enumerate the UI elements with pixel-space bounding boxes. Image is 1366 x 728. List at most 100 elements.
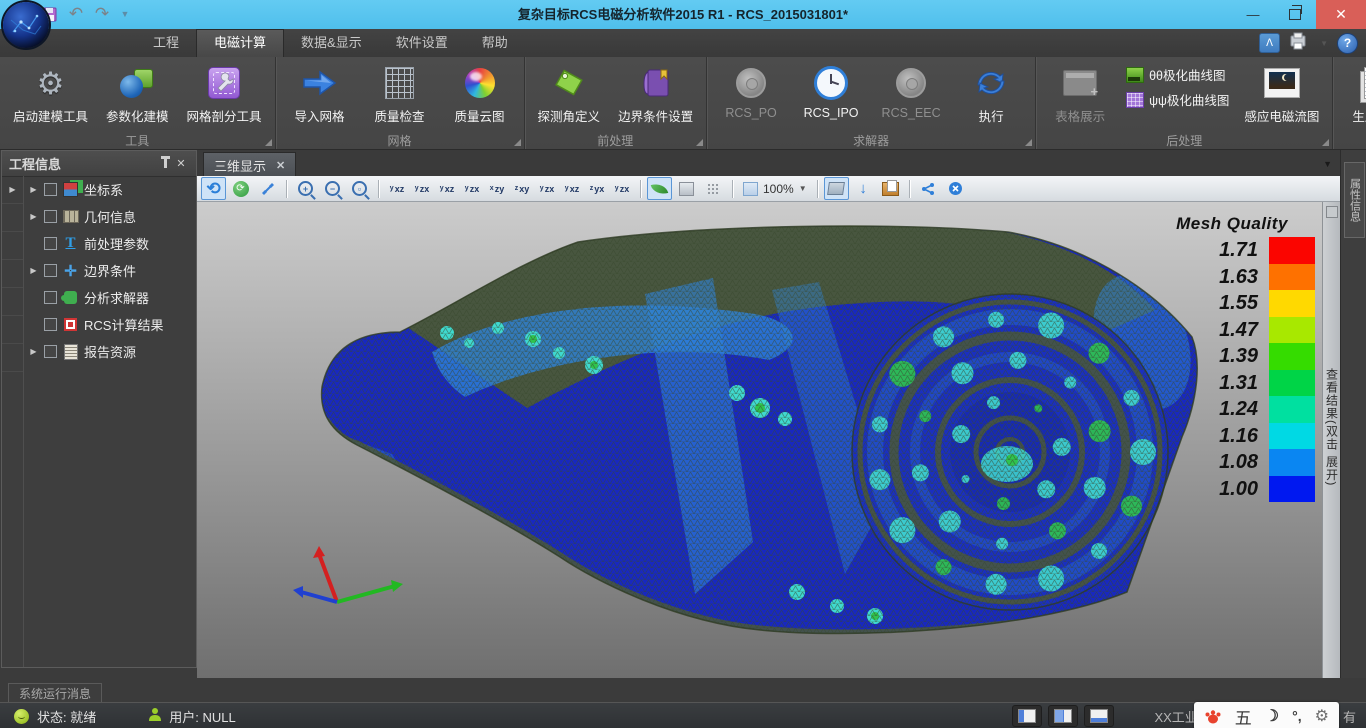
- tree-item-report[interactable]: ▶报告资源: [24, 338, 196, 365]
- checkbox[interactable]: [44, 183, 57, 196]
- smooth-shading-button[interactable]: [647, 177, 672, 200]
- tree-item-boundary[interactable]: ▶✛边界条件: [24, 257, 196, 284]
- tree-item-geometry[interactable]: ▶几何信息: [24, 203, 196, 230]
- results-strip-tab[interactable]: 查看结果(双击 展开): [1322, 202, 1341, 678]
- ribbon-collapse-icon[interactable]: ᐱ: [1259, 33, 1280, 53]
- tab-3d-display[interactable]: 三维显示 ✕: [203, 152, 296, 177]
- checkbox[interactable]: [44, 237, 57, 250]
- view-orientation-button-0[interactable]: yxz: [385, 177, 409, 200]
- pan-view-button[interactable]: [255, 177, 280, 200]
- close-icon[interactable]: ✕: [173, 156, 189, 172]
- tree-item-solver[interactable]: 分析求解器: [24, 284, 196, 311]
- zoom-level-select[interactable]: 100% ▼: [739, 182, 811, 196]
- quality-cloud-map-button[interactable]: 质量云图: [440, 61, 520, 127]
- group-expand-icon[interactable]: [265, 139, 272, 146]
- 3d-viewport[interactable]: Mesh Quality 1.711.631.551.471.391.311.2…: [197, 202, 1322, 678]
- view-orientation-button-5[interactable]: zxy: [510, 177, 534, 200]
- wireframe-button[interactable]: [701, 177, 726, 200]
- system-message-tab[interactable]: 系统运行消息: [8, 683, 102, 703]
- layout-bottom-button[interactable]: [1084, 705, 1114, 727]
- menu-tab-4[interactable]: 帮助: [465, 29, 525, 57]
- quality-check-button[interactable]: 质量检查: [360, 61, 440, 127]
- zoom-out-button[interactable]: −: [320, 177, 345, 200]
- execute-button[interactable]: 执行: [951, 61, 1031, 127]
- ime-mode-label[interactable]: 五: [1235, 704, 1252, 728]
- property-info-tab[interactable]: 属性信息: [1344, 162, 1365, 238]
- close-view-button[interactable]: [943, 177, 968, 200]
- checkbox[interactable]: [44, 291, 57, 304]
- close-button[interactable]: ✕: [1316, 0, 1366, 29]
- expand-arrow-icon[interactable]: ▶: [28, 212, 39, 221]
- zoom-fit-button[interactable]: ▫: [347, 177, 372, 200]
- app-logo[interactable]: [3, 2, 49, 48]
- legend-row: 1.16: [1149, 423, 1315, 450]
- rotate-view-button[interactable]: ⟲: [201, 177, 226, 200]
- layout-split-button[interactable]: [1048, 705, 1078, 727]
- checkbox[interactable]: [44, 345, 57, 358]
- checkbox[interactable]: [44, 318, 57, 331]
- psi-polarization-curve-button[interactable]: ψψ极化曲线图: [1126, 90, 1229, 109]
- share-button[interactable]: [916, 177, 941, 200]
- group-expand-icon[interactable]: [696, 139, 703, 146]
- group-expand-icon[interactable]: [1025, 139, 1032, 146]
- ime-moon-icon[interactable]: ☽: [1265, 706, 1279, 726]
- view-orientation-button-2[interactable]: yxz: [435, 177, 459, 200]
- theta-polarization-curve-button[interactable]: θθ极化曲线图: [1126, 65, 1229, 84]
- legend-value: 1.08: [1149, 452, 1269, 472]
- rcs-po-button[interactable]: RCS_PO: [711, 61, 791, 122]
- view-orientation-button-7[interactable]: yxz: [560, 177, 584, 200]
- parametric-modeling-button[interactable]: 参数化建模: [97, 61, 178, 127]
- print-dropdown-icon[interactable]: ▼: [1320, 39, 1328, 48]
- tree-item-params[interactable]: T前处理参数: [24, 230, 196, 257]
- pin-icon[interactable]: [157, 156, 173, 172]
- menu-tab-3[interactable]: 软件设置: [379, 29, 465, 57]
- view-orientation-button-9[interactable]: yzx: [610, 177, 634, 200]
- tab-list-dropdown-icon[interactable]: ▼: [1323, 159, 1332, 169]
- help-icon[interactable]: ?: [1337, 33, 1358, 54]
- tree-item-axes[interactable]: ▶坐标系: [24, 176, 196, 203]
- detection-angle-button[interactable]: 探测角定义: [529, 61, 610, 127]
- generate-report-button[interactable]: 生成报告: [1337, 61, 1366, 127]
- mesh-partition-tool-button[interactable]: 网格剖分工具: [178, 61, 271, 127]
- rcs-ipo-button[interactable]: RCS_IPO: [791, 61, 871, 122]
- checkbox[interactable]: [44, 264, 57, 277]
- gutter-cell[interactable]: ▶: [2, 176, 23, 204]
- ime-punctuation[interactable]: °,: [1292, 708, 1302, 724]
- checkbox[interactable]: [44, 210, 57, 223]
- print-preview-icon[interactable]: [1289, 32, 1311, 55]
- minimize-button[interactable]: —: [1232, 0, 1274, 29]
- fit-screen-button[interactable]: [824, 177, 849, 200]
- expand-arrow-icon[interactable]: ▶: [28, 347, 39, 356]
- snapshot-button[interactable]: [878, 177, 903, 200]
- menu-tab-0[interactable]: 工程: [136, 29, 196, 57]
- download-view-button[interactable]: ↓: [851, 177, 876, 200]
- launch-modeling-tool-button[interactable]: ⚙ 启动建模工具: [4, 61, 97, 127]
- layout-left-button[interactable]: [1012, 705, 1042, 727]
- view-orientation-button-1[interactable]: yzx: [410, 177, 434, 200]
- expand-arrow-icon[interactable]: ▶: [28, 185, 39, 194]
- view-orientation-button-6[interactable]: yzx: [535, 177, 559, 200]
- restore-button[interactable]: [1274, 0, 1316, 29]
- tab-close-icon[interactable]: ✕: [276, 159, 285, 172]
- expand-arrow-icon[interactable]: ▶: [28, 266, 39, 275]
- ime-paw-icon[interactable]: [1204, 708, 1222, 724]
- view-orientation-button-3[interactable]: yzx: [460, 177, 484, 200]
- view-orientation-button-8[interactable]: zyx: [585, 177, 609, 200]
- menu-tab-1[interactable]: 电磁计算: [196, 29, 284, 58]
- legend-swatch: [1269, 476, 1315, 503]
- tree-item-result[interactable]: RCS计算结果: [24, 311, 196, 338]
- refresh-view-button[interactable]: ⟳: [228, 177, 253, 200]
- ime-settings-icon[interactable]: ⚙: [1315, 706, 1329, 726]
- import-mesh-button[interactable]: 导入网格: [280, 61, 360, 127]
- view-orientation-button-4[interactable]: xzy: [485, 177, 509, 200]
- zoom-in-button[interactable]: +: [293, 177, 318, 200]
- group-expand-icon[interactable]: [514, 139, 521, 146]
- group-expand-icon[interactable]: [1322, 139, 1329, 146]
- boundary-condition-settings-button[interactable]: 边界条件设置: [609, 61, 702, 127]
- induced-current-map-button[interactable]: 感应电磁流图: [1235, 61, 1328, 127]
- flat-shading-button[interactable]: [674, 177, 699, 200]
- table-display-button[interactable]: 表格展示: [1040, 61, 1120, 127]
- rcs-eec-button[interactable]: RCS_EEC: [871, 61, 951, 122]
- menu-tab-2[interactable]: 数据&显示: [284, 29, 379, 57]
- ime-bar[interactable]: 五 ☽ °, ⚙: [1194, 702, 1339, 728]
